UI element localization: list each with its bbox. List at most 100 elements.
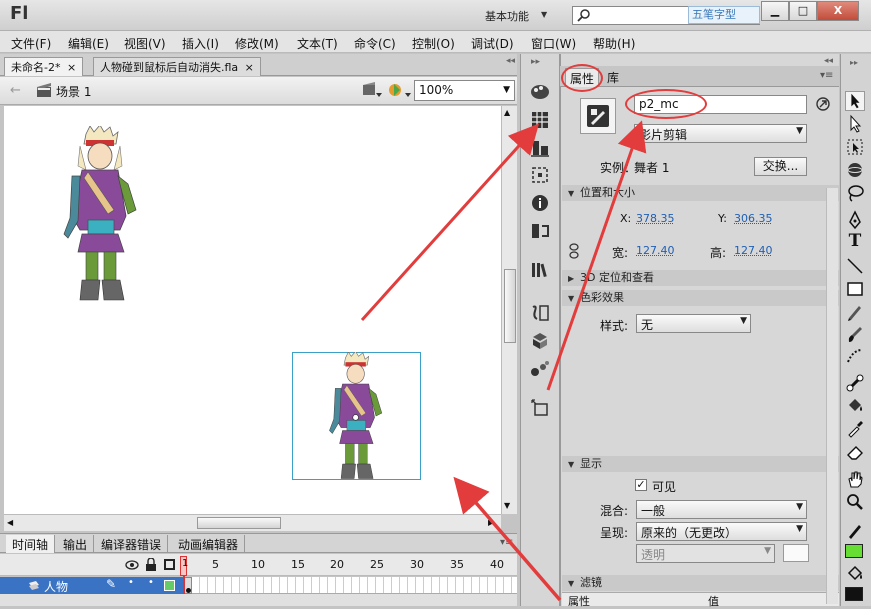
menu-file[interactable]: 文件(F)	[11, 35, 51, 52]
text-tool-icon[interactable]: T	[845, 231, 865, 251]
y-value[interactable]: 306.35	[734, 212, 773, 225]
scroll-down-icon[interactable]: ▼	[504, 501, 510, 510]
fill-color-icon[interactable]	[845, 564, 865, 584]
transparent-select[interactable]: 透明 ▼	[636, 544, 775, 563]
3d-rotation-tool-icon[interactable]	[845, 160, 865, 180]
style-select[interactable]: 无 ▼	[636, 314, 751, 333]
scroll-up-icon[interactable]: ▲	[504, 108, 510, 117]
menu-view[interactable]: 视图(V)	[124, 35, 166, 52]
tab-motion-editor[interactable]: 动画编辑器	[172, 535, 246, 553]
edit-symbol-icon[interactable]	[361, 81, 383, 99]
tab-untitled-2[interactable]: 未命名-2* ×	[4, 57, 84, 76]
actions-script-icon[interactable]	[529, 303, 551, 323]
section-color-effect[interactable]: 色彩效果	[562, 290, 839, 306]
frame-cells[interactable]	[184, 577, 517, 594]
link-constraint-icon[interactable]	[567, 243, 581, 259]
back-arrow-icon[interactable]: ←	[10, 83, 21, 98]
dancer-character-sprite[interactable]	[58, 126, 143, 302]
info-icon[interactable]	[529, 193, 551, 213]
keyframe[interactable]	[184, 577, 192, 594]
stroke-color-swatch[interactable]	[845, 544, 863, 558]
width-value[interactable]: 127.40	[636, 244, 675, 257]
close-icon[interactable]: ×	[67, 61, 76, 74]
panel-menu-icon[interactable]: ▾≡	[820, 70, 833, 81]
dancer-instance-sprite[interactable]	[320, 352, 392, 480]
swap-button[interactable]: 交换...	[754, 157, 807, 176]
close-button[interactable]: X	[817, 1, 859, 21]
lasso-tool-icon[interactable]	[845, 183, 865, 203]
lock-dot[interactable]: •	[148, 577, 154, 588]
layer-name[interactable]: 人物	[44, 578, 68, 595]
stage-horizontal-scrollbar[interactable]: ◀ ▶	[4, 514, 501, 531]
visibility-dot[interactable]: •	[128, 577, 134, 588]
section-position-size[interactable]: 位置和大小	[562, 185, 839, 201]
rectangle-tool-icon[interactable]	[845, 279, 865, 299]
expand-arrows-icon[interactable]: ▸▸	[531, 57, 540, 67]
free-transform-tool-icon[interactable]	[845, 137, 865, 157]
lock-icon[interactable]	[145, 558, 157, 571]
stroke-color-icon[interactable]	[845, 521, 865, 541]
visible-checkbox[interactable]: ✓	[635, 479, 647, 491]
paint-bucket-tool-icon[interactable]	[845, 396, 865, 416]
align-icon[interactable]	[529, 138, 551, 158]
eyedropper-tool-icon[interactable]	[845, 419, 865, 439]
selection-tool-icon[interactable]	[845, 91, 865, 111]
scene-label[interactable]: 场景 1	[56, 83, 91, 100]
brush-tool-icon[interactable]	[845, 325, 865, 345]
workspace-switcher[interactable]: 基本功能	[485, 8, 529, 24]
layer-row[interactable]: 人物 ✎ • •	[0, 577, 184, 594]
maximize-button[interactable]: □	[789, 1, 817, 21]
edit-arrow-icon[interactable]	[816, 97, 830, 111]
pencil-icon[interactable]: ✎	[106, 577, 116, 591]
pencil-tool-icon[interactable]	[845, 302, 865, 322]
properties-scrollbar[interactable]	[826, 188, 838, 604]
pen-tool-icon[interactable]	[845, 210, 865, 230]
tab-output[interactable]: 输出	[57, 535, 95, 553]
subselection-tool-icon[interactable]	[845, 114, 865, 134]
scroll-right-icon[interactable]: ▶	[488, 518, 494, 527]
fill-color-swatch[interactable]	[845, 587, 863, 601]
edit-scene-icon[interactable]	[388, 81, 412, 99]
zoom-tool-icon[interactable]	[845, 492, 865, 512]
render-select[interactable]: 原来的（无更改） ▼	[636, 522, 807, 541]
menu-modify[interactable]: 修改(M)	[235, 35, 279, 52]
outline-toggle-icon[interactable]	[164, 559, 175, 570]
menu-edit[interactable]: 编辑(E)	[68, 35, 109, 52]
collapse-arrows-icon[interactable]: ▸▸	[850, 58, 858, 67]
library-books-icon[interactable]	[529, 260, 551, 280]
scroll-left-icon[interactable]: ◀	[7, 518, 13, 527]
scroll-thumb[interactable]	[504, 269, 516, 343]
blend-select[interactable]: 一般 ▼	[636, 500, 807, 519]
components-icon[interactable]	[529, 331, 551, 351]
section-3d-position[interactable]: 3D 定位和查看	[562, 270, 839, 286]
zoom-select[interactable]: 100% ▼	[414, 80, 515, 101]
menu-text[interactable]: 文本(T)	[297, 35, 338, 52]
section-filters[interactable]: 滤镜	[562, 575, 839, 591]
collapse-arrows-icon[interactable]: ◂◂	[824, 56, 833, 66]
tab-compiler-errors[interactable]: 编译器错误	[95, 535, 169, 553]
menu-commands[interactable]: 命令(C)	[354, 35, 396, 52]
menu-insert[interactable]: 插入(I)	[182, 35, 219, 52]
motion-presets-icon[interactable]	[529, 359, 551, 379]
swatches-grid-icon[interactable]	[529, 110, 551, 130]
eye-icon[interactable]	[125, 559, 139, 571]
minimize-button[interactable]: ▁	[761, 1, 789, 21]
layer-color-swatch[interactable]	[164, 580, 175, 591]
transform-icon[interactable]	[529, 165, 551, 185]
background-color-swatch[interactable]	[783, 544, 809, 562]
collapse-arrows-icon[interactable]: ◂◂	[506, 56, 515, 66]
menu-control[interactable]: 控制(O)	[412, 35, 455, 52]
tab-timeline[interactable]: 时间轴	[6, 535, 56, 553]
deco-tool-icon[interactable]	[845, 346, 865, 366]
bone-tool-icon[interactable]	[845, 373, 865, 393]
menu-window[interactable]: 窗口(W)	[531, 35, 576, 52]
section-display[interactable]: 显示	[562, 456, 839, 472]
tab-character-fla[interactable]: 人物碰到鼠标后自动消失.fla ×	[93, 57, 261, 76]
history-icon[interactable]	[529, 221, 551, 241]
eraser-tool-icon[interactable]	[845, 442, 865, 462]
stage-vertical-scrollbar[interactable]: ▲ ▼	[501, 106, 517, 514]
scroll-thumb[interactable]	[197, 517, 281, 529]
line-tool-icon[interactable]	[845, 256, 865, 276]
close-icon[interactable]: ×	[245, 61, 254, 74]
symbol-type-select[interactable]: 影片剪辑 ▼	[634, 124, 807, 143]
